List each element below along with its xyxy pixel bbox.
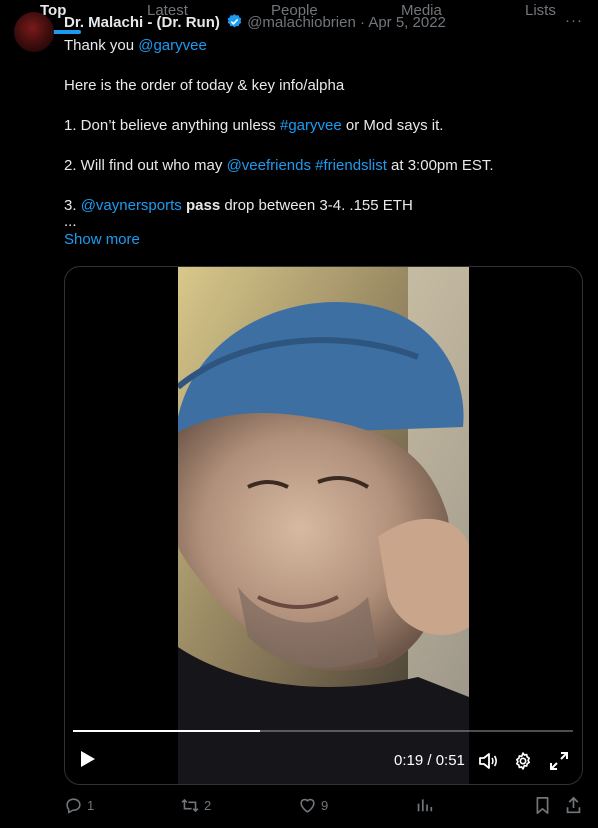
heart-icon — [300, 798, 315, 813]
share-icon — [566, 796, 581, 814]
video-progress-bar[interactable] — [73, 730, 573, 732]
tweet-header: Dr. Malachi - (Dr. Run) @malachiobrien ·… — [64, 13, 446, 34]
text-segment: at 3:00pm EST. — [386, 157, 494, 174]
tab-lists[interactable]: Lists — [525, 2, 556, 19]
share-button[interactable] — [565, 796, 582, 815]
play-icon[interactable] — [77, 749, 97, 774]
avatar[interactable] — [14, 12, 54, 52]
retweet-button[interactable]: 2 — [180, 796, 211, 815]
verified-badge-icon — [226, 13, 243, 34]
hashtag-link[interactable]: #friendslist — [315, 157, 387, 174]
text-line: 2. Will find out who may @veefriends #fr… — [64, 156, 564, 176]
like-count: 9 — [321, 798, 329, 813]
video-time: 0:19 / 0:51 — [394, 752, 465, 769]
more-options-icon[interactable]: ··· — [565, 12, 583, 29]
bold-text: pass — [185, 197, 221, 214]
text-line: Here is the order of today & key info/al… — [64, 77, 345, 94]
author-name[interactable]: Dr. Malachi - (Dr. Run) — [64, 14, 220, 31]
tweet-text: Thank you @garyvee Here is the order of … — [64, 36, 564, 250]
video-frame[interactable] — [178, 267, 469, 784]
mention-link[interactable]: @veefriends — [227, 157, 311, 174]
text-segment: 3. — [64, 197, 81, 214]
reply-count: 1 — [87, 798, 95, 813]
like-button[interactable]: 9 — [298, 796, 328, 815]
video-progress-fill — [73, 730, 260, 732]
mention-link[interactable]: @vaynersports — [81, 197, 182, 214]
fullscreen-icon[interactable] — [549, 751, 569, 776]
text-line: Thank you @garyvee — [64, 36, 564, 56]
tweet-actions: 1 2 9 — [0, 796, 598, 820]
views-button[interactable] — [416, 796, 433, 813]
video-player[interactable]: 0:19 / 0:51 — [64, 266, 583, 785]
reply-icon — [66, 798, 81, 814]
retweet-icon — [181, 798, 199, 813]
bookmark-button[interactable] — [534, 796, 551, 815]
hashtag-link[interactable]: #garyvee — [280, 117, 342, 134]
analytics-icon — [417, 799, 433, 812]
text-line: 1. Don’t believe anything unless #garyve… — [64, 116, 564, 136]
text-segment: drop between 3-4. .155 ETH — [220, 197, 413, 214]
volume-icon[interactable] — [478, 751, 498, 776]
handle-and-date[interactable]: @malachiobrien · Apr 5, 2022 — [247, 14, 446, 31]
reply-button[interactable]: 1 — [64, 796, 94, 815]
gear-icon[interactable] — [513, 751, 533, 776]
text-segment: Thank you — [64, 37, 139, 54]
text-segment: 1. Don’t believe anything unless — [64, 117, 280, 134]
bookmark-icon — [536, 797, 549, 814]
text-segment: or Mod says it. — [341, 117, 444, 134]
mention-link[interactable]: @garyvee — [138, 37, 207, 54]
retweet-count: 2 — [204, 798, 212, 813]
show-more-link[interactable]: Show more — [64, 230, 564, 250]
text-segment: 2. Will find out who may — [64, 157, 227, 174]
ellipsis: ... — [64, 213, 77, 230]
text-line: 3. @vaynersports pass drop between 3-4. … — [64, 196, 564, 216]
